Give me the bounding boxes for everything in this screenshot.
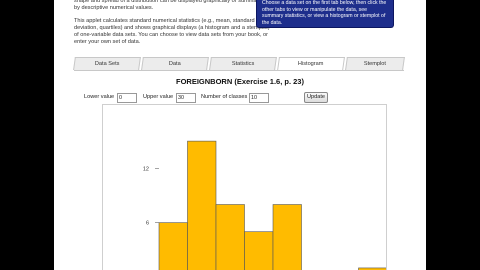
- update-button[interactable]: Update: [304, 92, 328, 103]
- number-of-classes-label: Number of classes: [201, 94, 248, 100]
- tab-divider: [74, 70, 404, 71]
- histogram-chart: 6 12: [143, 140, 386, 270]
- y-tick-label: 12: [143, 166, 149, 172]
- upper-value-label: Upper value: [143, 94, 174, 100]
- intro-text-2: This applet calculates standard numerica…: [74, 18, 270, 45]
- upper-value-input[interactable]: 30: [176, 93, 196, 103]
- y-tick-label: 6: [146, 221, 149, 227]
- histogram-bar: [272, 204, 302, 270]
- histogram-bar: [215, 204, 245, 270]
- lower-value-label: Lower value: [84, 94, 115, 100]
- histogram-bar: [158, 222, 188, 270]
- histogram-bar: [187, 140, 217, 270]
- instructions-box: Choose a data set on the first tab below…: [256, 0, 394, 28]
- tab-statistics[interactable]: Statistics: [209, 57, 277, 70]
- histogram-bar: [244, 231, 274, 270]
- chart-title: FOREIGNBORN (Exercise 1.6, p. 23): [176, 77, 304, 86]
- tab-bar: Data Sets Data Statistics Histogram Stem…: [73, 57, 405, 71]
- lower-value-input[interactable]: 0: [117, 93, 137, 103]
- histogram-panel: 6 12: [102, 104, 387, 270]
- tab-data[interactable]: Data: [141, 57, 209, 70]
- number-of-classes-input[interactable]: 10: [249, 93, 269, 103]
- intro-text-1: shape and spread of a distribution can b…: [74, 0, 269, 11]
- applet-frame: shape and spread of a distribution can b…: [54, 0, 426, 270]
- tab-histogram[interactable]: Histogram: [277, 57, 345, 71]
- tab-data-sets[interactable]: Data Sets: [73, 57, 141, 70]
- tab-stemplot[interactable]: Stemplot: [345, 57, 405, 70]
